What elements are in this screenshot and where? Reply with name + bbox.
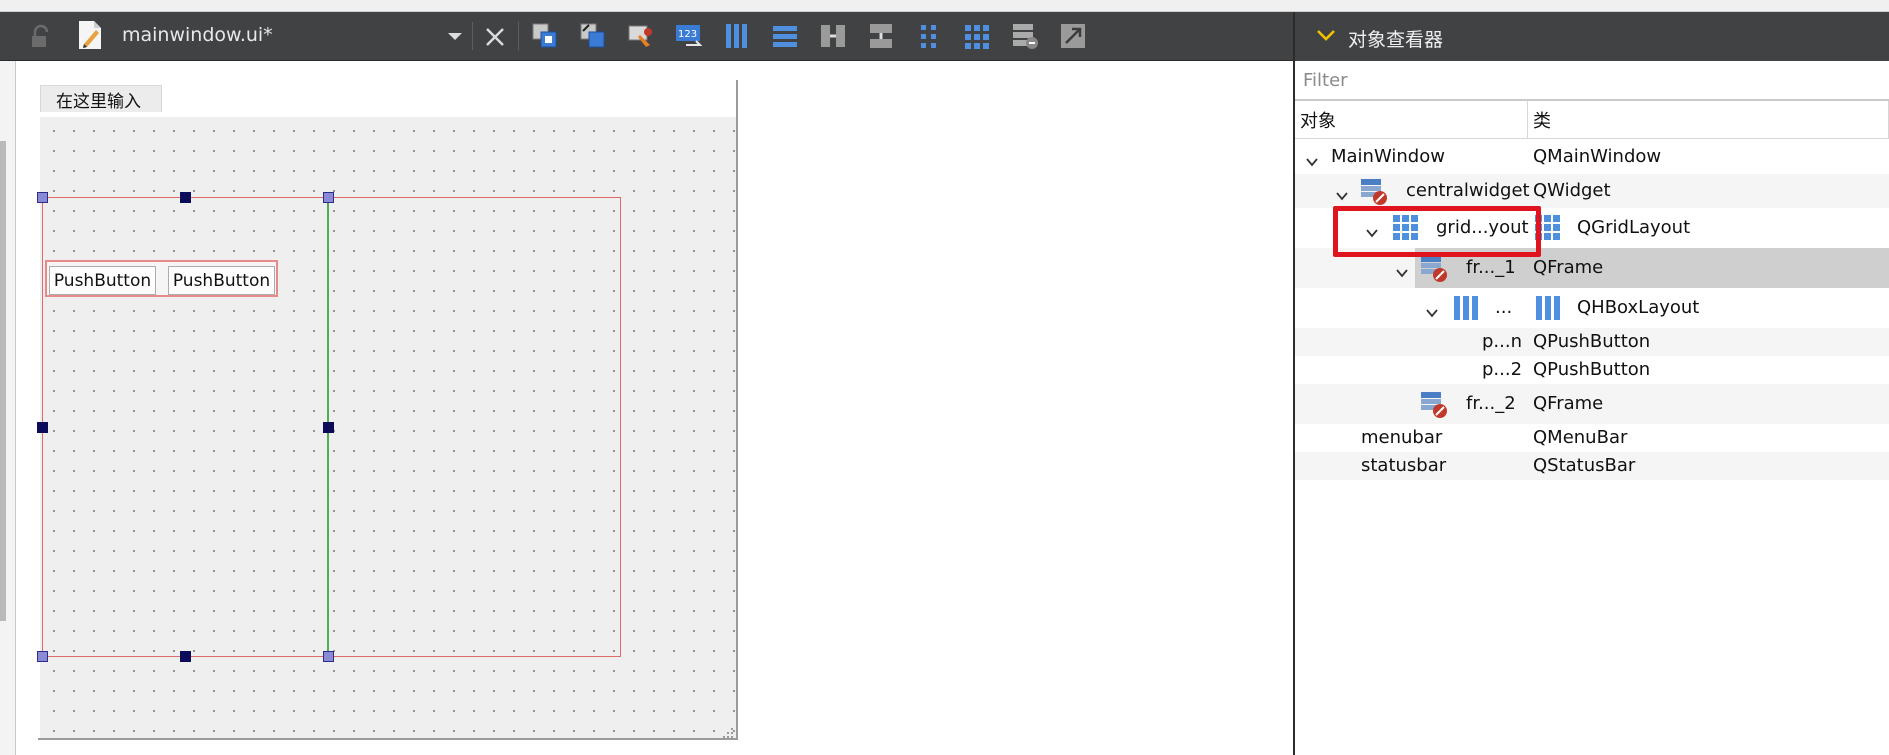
tree-row-frame-2[interactable]: fr..._2 QFrame — [1295, 384, 1889, 424]
object-name: p...2 — [1482, 359, 1523, 380]
inspector-title: 对象查看器 — [1348, 29, 1444, 51]
tree-row-centralwidget[interactable]: centralwidget QWidget — [1295, 174, 1889, 208]
chevron-down-icon[interactable] — [445, 26, 465, 46]
object-name: centralwidget — [1406, 180, 1530, 201]
object-name: p...n — [1482, 331, 1522, 352]
layout-grid-icon[interactable] — [962, 21, 992, 51]
filter-input-container — [1295, 61, 1889, 101]
column-header-object[interactable]: 对象 — [1295, 101, 1528, 139]
class-name: QHBoxLayout — [1577, 297, 1700, 318]
layout-horizontal-icon[interactable] — [722, 21, 752, 51]
layout-form-icon[interactable] — [914, 21, 944, 51]
class-name: QGridLayout — [1577, 217, 1691, 238]
tree-row-menubar[interactable]: menubar QMenuBar — [1295, 424, 1889, 452]
toolbar-separator — [472, 22, 473, 50]
adjust-size-icon[interactable] — [1058, 21, 1088, 51]
layout-vertical-icon[interactable] — [770, 21, 800, 51]
central-widget-canvas[interactable]: PushButton PushButton — [37, 117, 736, 738]
object-name: fr..._2 — [1466, 393, 1516, 414]
vertical-scrollbar[interactable] — [0, 141, 6, 621]
edit-buddies-icon[interactable] — [626, 21, 656, 51]
add-widget-icon[interactable] — [530, 21, 560, 51]
close-icon[interactable] — [482, 24, 508, 50]
svg-text:123: 123 — [678, 29, 697, 40]
object-name: fr..._1 — [1466, 257, 1516, 278]
hbox-layout-icon — [1451, 293, 1481, 323]
widget-icon — [1359, 176, 1389, 206]
tree-row-pushbutton-1[interactable]: p...n QPushButton — [1295, 328, 1889, 356]
object-name: ... — [1495, 297, 1513, 318]
class-name: QMainWindow — [1533, 146, 1662, 167]
chevron-down-icon[interactable] — [1305, 152, 1319, 167]
push-button-2[interactable]: PushButton — [168, 266, 275, 295]
size-grip-icon[interactable] — [722, 724, 734, 738]
object-name: statusbar — [1361, 455, 1447, 476]
resize-handle[interactable] — [323, 192, 334, 203]
object-name: MainWindow — [1331, 146, 1445, 167]
editor-left-gutter — [0, 61, 16, 755]
tree-row-pushbutton-2[interactable]: p...2 QPushButton — [1295, 356, 1889, 384]
menu-type-here[interactable]: 在这里输入 — [40, 85, 162, 112]
resize-handle[interactable] — [37, 192, 48, 203]
class-name: QPushButton — [1533, 331, 1651, 352]
chevron-down-icon[interactable] — [1425, 303, 1439, 318]
editor-toolbar: mainwindow.ui* 123 — [0, 12, 1293, 61]
document-name[interactable]: mainwindow.ui* — [122, 24, 273, 46]
tree-row-hboxlayout[interactable]: ... QHBoxLayout — [1295, 288, 1889, 328]
splitter-vertical-icon[interactable] — [866, 21, 896, 51]
chevron-down-icon[interactable] — [1335, 186, 1349, 201]
resize-handle[interactable] — [37, 651, 48, 662]
class-name: QFrame — [1533, 393, 1604, 414]
object-name: menubar — [1361, 427, 1443, 448]
push-button-1[interactable]: PushButton — [49, 266, 156, 295]
column-header-class[interactable]: 类 — [1528, 101, 1889, 139]
inspector-header: 对象查看器 — [1295, 12, 1889, 61]
resize-handle[interactable] — [323, 651, 334, 662]
splitter-horizontal-icon[interactable] — [818, 21, 848, 51]
break-layout-icon[interactable] — [1010, 21, 1040, 51]
form-main-window[interactable]: 在这里输入 PushButton PushButton — [37, 80, 738, 740]
chevron-down-icon[interactable] — [1395, 263, 1409, 278]
resize-handle[interactable] — [180, 651, 191, 662]
hbox-layout-icon — [1533, 293, 1563, 323]
resize-handle[interactable] — [323, 422, 334, 433]
class-name: QFrame — [1533, 257, 1604, 278]
filter-input[interactable] — [1295, 61, 1889, 99]
toolbar-separator — [518, 22, 519, 50]
resize-handle[interactable] — [180, 192, 191, 203]
frame-icon — [1419, 253, 1449, 283]
frame-icon — [1419, 389, 1449, 419]
chevron-down-icon[interactable] — [1315, 27, 1337, 45]
tab-order-icon[interactable]: 123 — [674, 21, 704, 51]
tree-row-statusbar[interactable]: statusbar QStatusBar — [1295, 452, 1889, 480]
tree-row-mainwindow[interactable]: MainWindow QMainWindow — [1295, 140, 1889, 174]
tree-header: 对象 类 — [1295, 101, 1889, 209]
hbox-layout-box[interactable]: PushButton PushButton — [45, 260, 278, 297]
resize-handle[interactable] — [37, 422, 48, 433]
document-edit-icon — [75, 20, 105, 50]
class-name: QStatusBar — [1533, 455, 1636, 476]
annotation-highlight-box — [1333, 206, 1541, 257]
object-inspector-panel: 对象查看器 对象 类 MainWindow QMainWindow — [1293, 12, 1889, 755]
lock-icon[interactable] — [25, 22, 55, 52]
window-top-strip — [0, 0, 1889, 12]
class-name: QMenuBar — [1533, 427, 1628, 448]
class-name: QPushButton — [1533, 359, 1651, 380]
remove-widget-icon[interactable] — [578, 21, 608, 51]
class-name: QWidget — [1533, 180, 1611, 201]
